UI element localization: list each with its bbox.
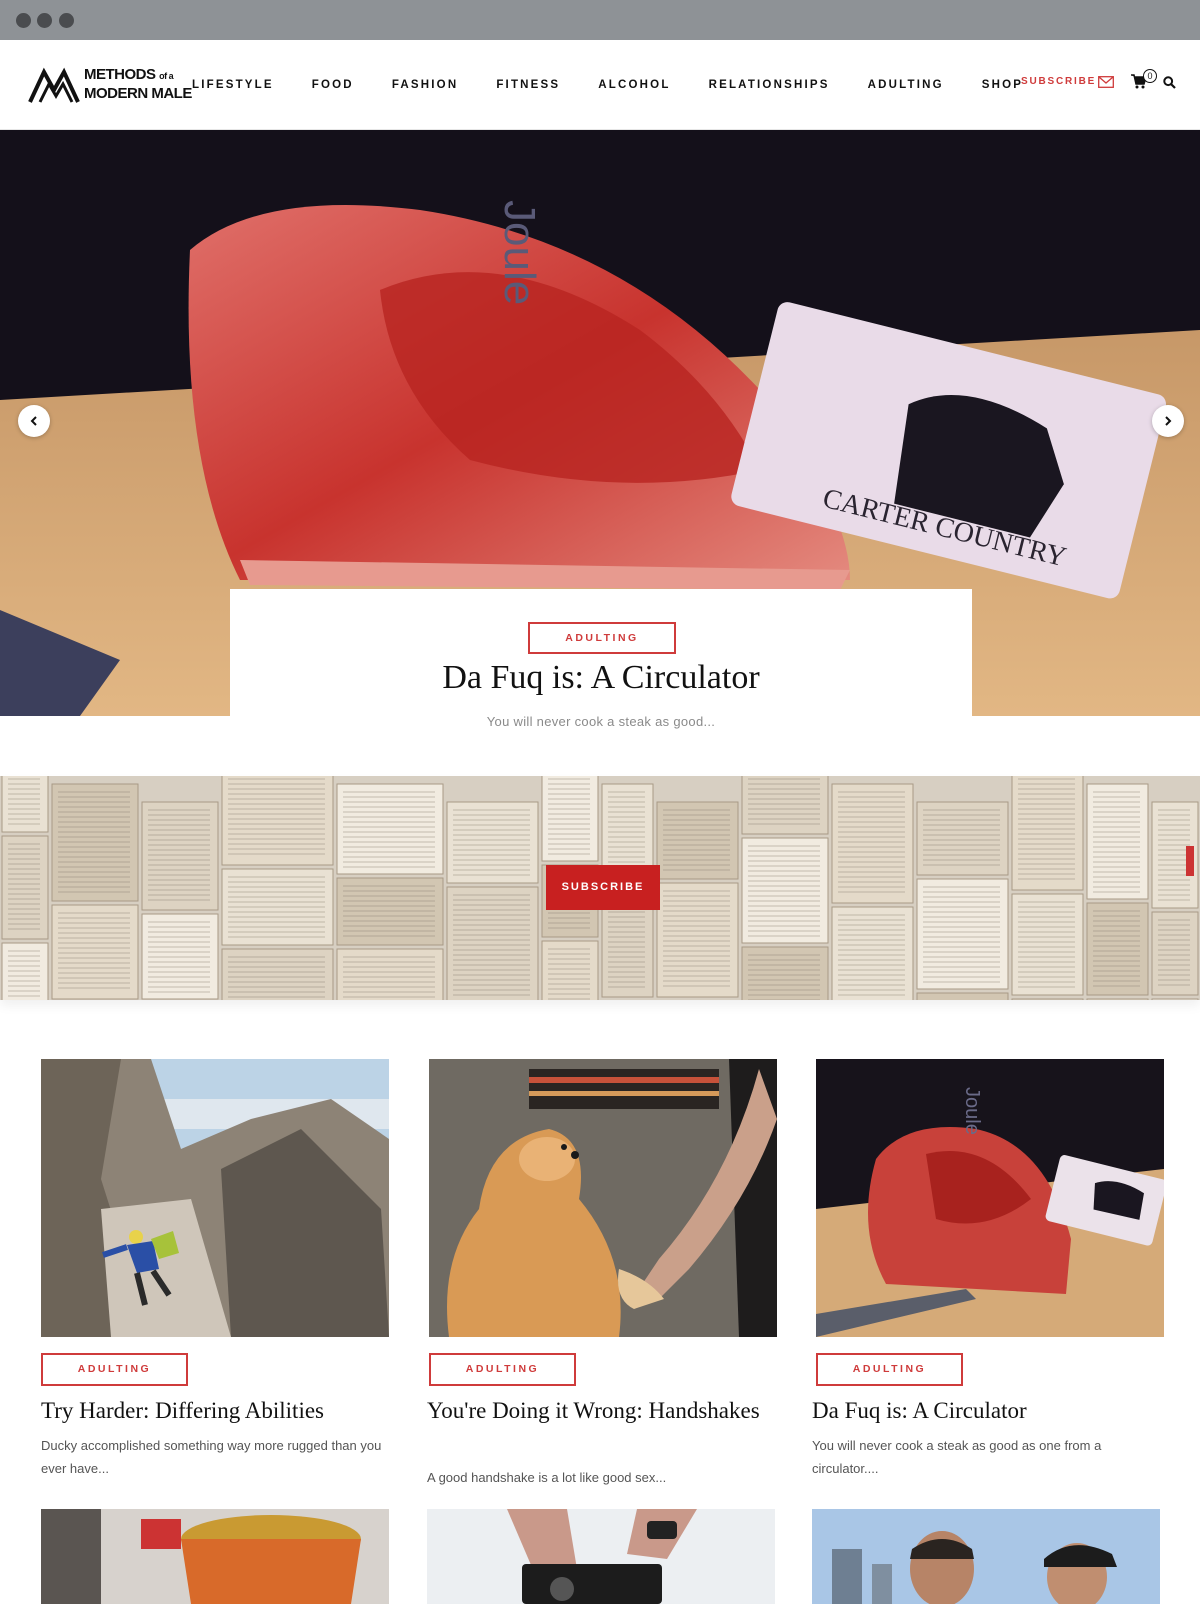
camera-hands-image (427, 1509, 775, 1604)
hero-excerpt: You will never cook a steak as good... (486, 714, 716, 729)
nav-shop[interactable]: SHOP (982, 79, 1023, 91)
book-page (916, 801, 1009, 876)
window-maximize-dot[interactable] (59, 13, 74, 28)
hero-next-button[interactable] (1152, 405, 1184, 437)
post-excerpt: Ducky accomplished something way more ru… (41, 1438, 382, 1476)
steak-image: Joule (816, 1059, 1164, 1337)
book-page (51, 904, 139, 1000)
book-page (1151, 911, 1199, 996)
nav-adulting[interactable]: ADULTING (868, 79, 944, 91)
post-thumbnail[interactable] (429, 1059, 777, 1337)
post-title[interactable]: Da Fuq is: A Circulator (812, 1395, 1160, 1427)
subscribe-banner: SUBSCRIBE (0, 776, 1200, 1000)
nav-lifestyle[interactable]: LIFESTYLE (192, 79, 274, 91)
mail-icon[interactable] (1098, 76, 1114, 88)
post-thumbnail[interactable] (41, 1509, 389, 1604)
post-thumbnail[interactable] (41, 1059, 389, 1337)
book-page (446, 801, 539, 884)
book-page (656, 882, 739, 998)
post-category-tag[interactable]: ADULTING (41, 1353, 188, 1386)
post-thumbnail[interactable] (812, 1509, 1160, 1604)
site-logo[interactable]: METHODS of a MODERN MALE (28, 64, 192, 108)
svg-text:Joule: Joule (961, 1087, 983, 1135)
book-page (446, 886, 539, 1000)
book-page (1011, 893, 1084, 996)
logo-wordmark: METHODS of a MODERN MALE (84, 66, 192, 102)
post-excerpt: A good handshake is a lot like good sex.… (427, 1470, 667, 1485)
book-page (541, 940, 599, 1000)
header-subscribe-link[interactable]: SUBSCRIBE (1021, 76, 1096, 87)
window-minimize-dot[interactable] (37, 13, 52, 28)
main-nav: LIFESTYLE FOOD FASHION FITNESS ALCOHOL R… (192, 40, 1061, 130)
hero-title[interactable]: Da Fuq is: A Circulator (230, 659, 972, 697)
post-excerpt: You will never cook a steak as good as o… (812, 1438, 1102, 1476)
nav-fitness[interactable]: FITNESS (496, 79, 560, 91)
nav-alcohol[interactable]: ALCOHOL (598, 79, 670, 91)
nav-fashion[interactable]: FASHION (392, 79, 459, 91)
hero-caption-card: ADULTING Da Fuq is: A Circulator You wil… (230, 589, 972, 739)
cart-count-badge: 0 (1143, 69, 1157, 83)
post-thumbnail[interactable]: Joule (816, 1059, 1164, 1337)
search-icon[interactable] (1163, 76, 1176, 89)
post-category-tag[interactable]: ADULTING (429, 1353, 576, 1386)
two-men-image (812, 1509, 1160, 1604)
book-page (916, 992, 1009, 1000)
book-page (1151, 998, 1199, 1000)
nav-food[interactable]: FOOD (312, 79, 354, 91)
book-page (1086, 998, 1149, 1000)
dog-handshake-image (429, 1059, 777, 1337)
hero-prev-button[interactable] (18, 405, 50, 437)
post-title[interactable]: You're Doing it Wrong: Handshakes (427, 1395, 775, 1427)
post-thumbnail[interactable] (427, 1509, 775, 1604)
chevron-left-icon (30, 416, 37, 426)
climber-image (41, 1059, 389, 1337)
book-page (141, 801, 219, 911)
banner-subscribe-button[interactable]: SUBSCRIBE (546, 865, 660, 910)
book-page (1011, 776, 1084, 891)
post-title[interactable]: Try Harder: Differing Abilities (41, 1395, 389, 1427)
book-page (741, 776, 829, 835)
book-page (1011, 998, 1084, 1000)
red-bookmark (1186, 846, 1194, 876)
svg-text:Joule: Joule (495, 200, 544, 305)
window-close-dot[interactable] (16, 13, 31, 28)
hero-category-tag[interactable]: ADULTING (528, 622, 676, 654)
ice-cream-image (41, 1509, 389, 1604)
post-category-tag[interactable]: ADULTING (816, 1353, 963, 1386)
browser-chrome (0, 0, 1200, 40)
book-page (831, 906, 914, 1000)
chevron-right-icon (1165, 416, 1172, 426)
site-header: METHODS of a MODERN MALE LIFESTYLE FOOD … (0, 40, 1200, 130)
nav-relationships[interactable]: RELATIONSHIPS (709, 79, 830, 91)
logo-mountains-icon (28, 67, 80, 103)
